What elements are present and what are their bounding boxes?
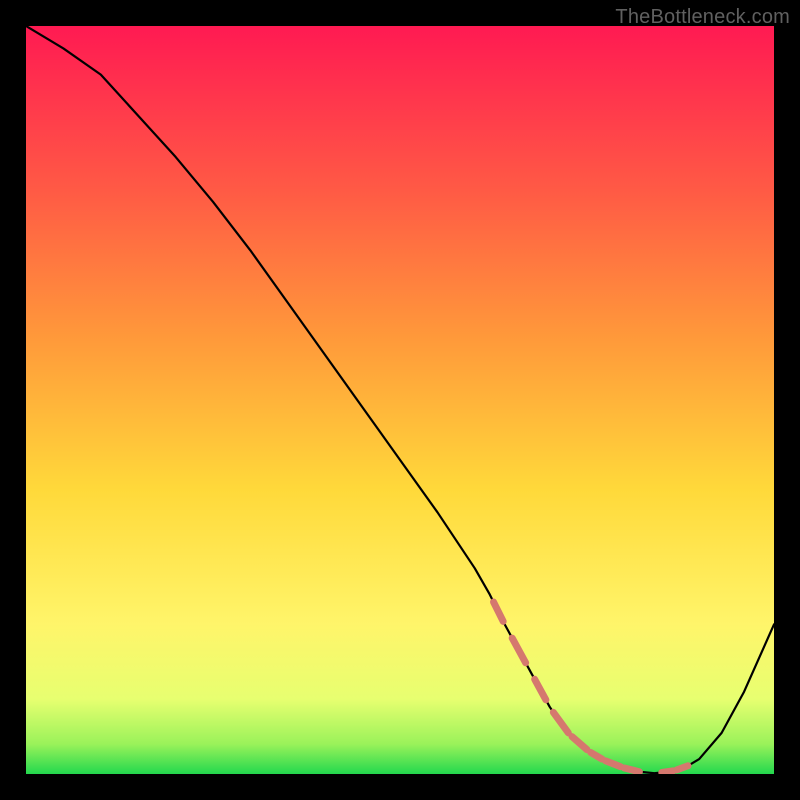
dash-marker xyxy=(662,771,673,773)
dash-marker xyxy=(624,768,639,772)
watermark-text: TheBottleneck.com xyxy=(615,6,790,29)
plot-area xyxy=(26,26,774,774)
dash-marker xyxy=(677,766,688,770)
gradient-background xyxy=(26,26,774,774)
chart-svg xyxy=(26,26,774,774)
chart-frame: TheBottleneck.com xyxy=(0,0,800,800)
